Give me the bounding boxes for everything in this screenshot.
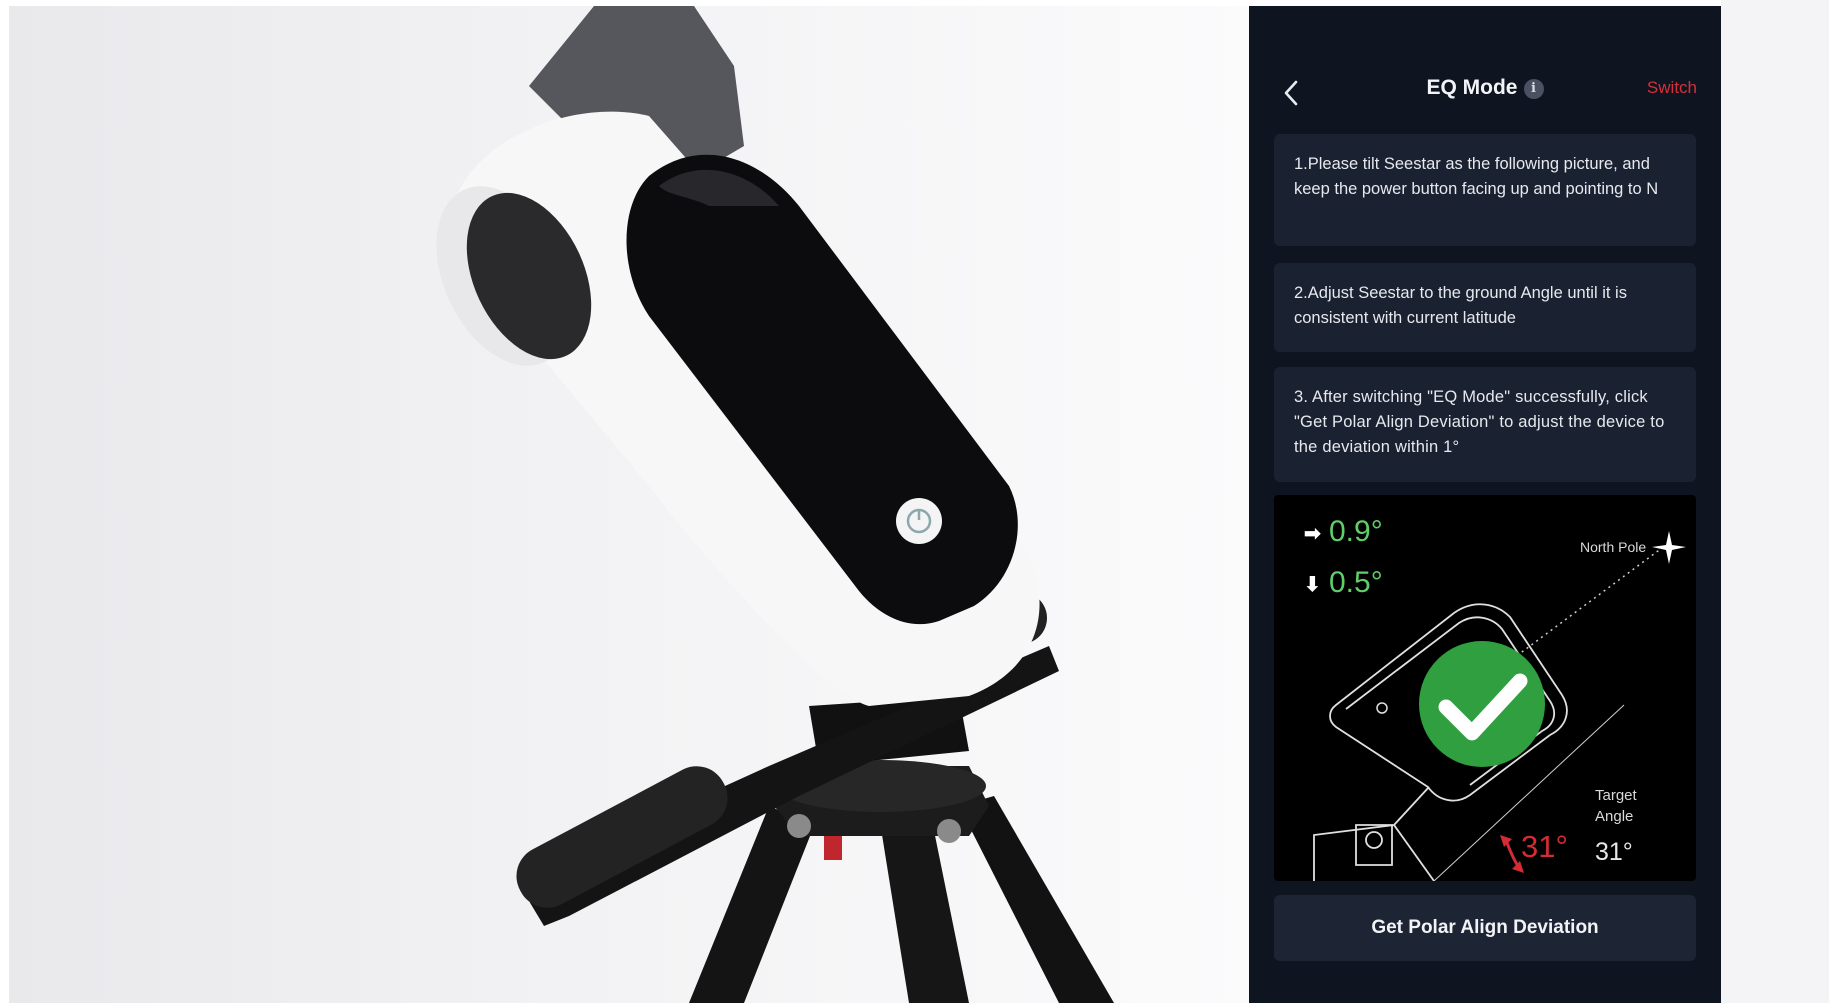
target-angle-value: 31°: [1595, 838, 1633, 866]
vertical-deviation-value: 0.5°: [1329, 566, 1383, 599]
polar-align-diagram: ➡ 0.9° ⬇ 0.5° North Pole Target Angle 31…: [1274, 495, 1696, 881]
target-angle-label-line2: Angle: [1595, 808, 1634, 825]
star-icon: [1652, 531, 1686, 564]
page-title-text: EQ Mode: [1426, 76, 1518, 99]
horizontal-deviation-value: 0.9°: [1329, 515, 1383, 548]
product-photo: [9, 6, 1249, 1003]
down-arrow-icon: ⬇: [1304, 574, 1321, 596]
instruction-card-2: 2.Adjust Seestar to the ground Angle unt…: [1274, 263, 1696, 352]
instruction-card-1: 1.Please tilt Seestar as the following p…: [1274, 134, 1696, 246]
telescope-illustration: [436, 6, 1114, 1003]
top-bar: EQ Mode i Switch: [1249, 6, 1721, 146]
instruction-card-3: 3. After switching "EQ Mode" successfull…: [1274, 367, 1696, 482]
target-angle-label: Target Angle: [1595, 785, 1637, 827]
app-panel: EQ Mode i Switch 1.Please tilt Seestar as…: [1249, 6, 1721, 1003]
get-polar-align-deviation-button[interactable]: Get Polar Align Deviation: [1274, 895, 1696, 961]
right-arrow-icon: ➡: [1304, 523, 1321, 545]
north-pole-label: North Pole: [1580, 539, 1647, 555]
background-strip: [1721, 0, 1829, 1003]
current-angle-value: 31°: [1521, 829, 1568, 864]
info-icon[interactable]: i: [1523, 79, 1544, 99]
switch-button[interactable]: Switch: [1647, 78, 1697, 98]
checkmark-icon: [1419, 641, 1545, 767]
target-angle-label-line1: Target: [1595, 787, 1637, 804]
